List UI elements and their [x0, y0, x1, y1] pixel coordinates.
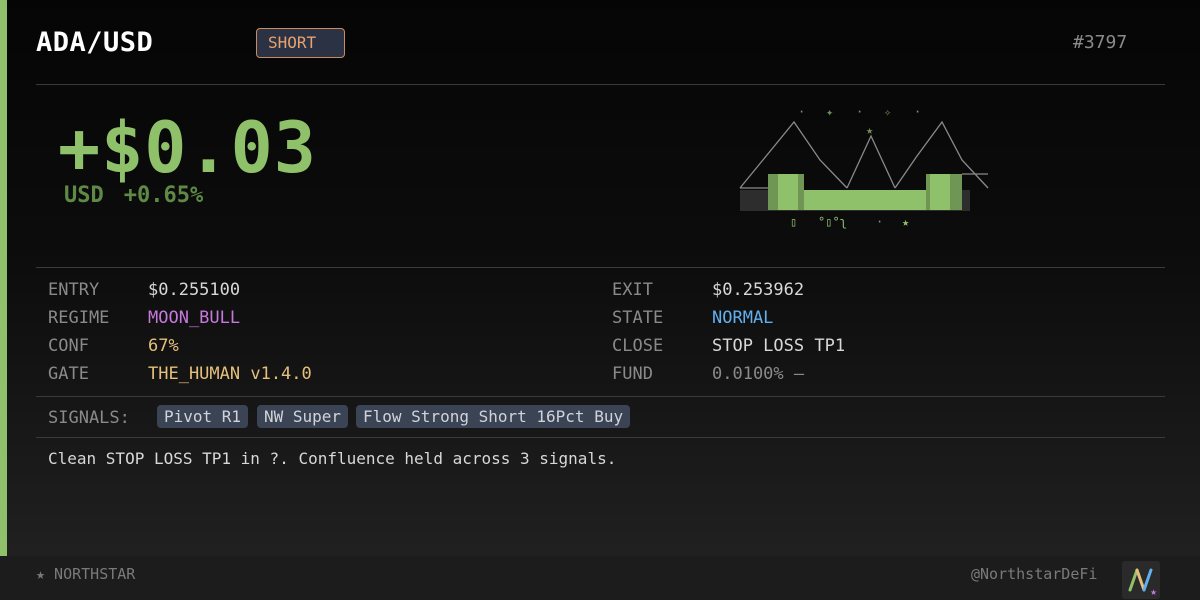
direction-badge: SHORT	[256, 28, 345, 58]
svg-text:°▯°ʅ: °▯°ʅ	[818, 215, 847, 229]
conf-value: 67%	[148, 336, 179, 356]
fund-label: FUND	[612, 364, 653, 384]
state-value: NORMAL	[712, 308, 774, 328]
regime-label: REGIME	[48, 308, 110, 328]
svg-text:·: ·	[914, 105, 921, 119]
trade-id: #3797	[1073, 32, 1128, 53]
brand-label: ★ NORTHSTAR	[36, 565, 136, 583]
svg-text:·: ·	[876, 215, 883, 229]
svg-text:✧: ✧	[884, 105, 892, 119]
svg-text:·: ·	[798, 105, 805, 119]
regime-value: MOON_BULL	[148, 308, 241, 328]
svg-text:·: ·	[856, 105, 863, 119]
signal-chip: Pivot R1	[157, 405, 249, 428]
svg-text:★: ★	[1150, 588, 1157, 597]
pnl-percent: +0.65%	[123, 183, 204, 208]
gate-value: THE_HUMAN v1.4.0	[148, 364, 312, 384]
divider	[36, 396, 1165, 397]
svg-text:★: ★	[866, 123, 873, 137]
pnl-currency: USD	[64, 183, 104, 208]
exit-label: EXIT	[612, 280, 653, 300]
divider	[36, 84, 1165, 85]
entry-value: $0.255100	[148, 280, 241, 300]
conf-label: CONF	[48, 336, 89, 356]
divider	[36, 267, 1165, 268]
gate-label: GATE	[48, 364, 89, 384]
accent-bar	[0, 0, 7, 556]
fund-value: 0.0100% —	[712, 364, 805, 384]
svg-text:✦: ✦	[826, 105, 833, 119]
signals-label: SIGNALS:	[48, 408, 130, 428]
close-label: CLOSE	[612, 336, 664, 356]
signal-chip: NW Super	[257, 405, 349, 428]
divider	[36, 437, 1165, 438]
pair-title: ADA/USD	[36, 27, 154, 58]
trade-summary: Clean STOP LOSS TP1 in ?. Confluence hel…	[48, 449, 617, 468]
state-label: STATE	[612, 308, 664, 328]
close-value: STOP LOSS TP1	[712, 336, 846, 356]
pnl-subline: USD +0.65%	[64, 183, 203, 208]
social-handle: @NorthstarDeFi	[971, 565, 1098, 583]
ascii-mountain-art: · ✦ · ✧ · ★ ▯ °▯°ʅ · ★	[739, 105, 989, 229]
entry-label: ENTRY	[48, 280, 100, 300]
signal-chip: Flow Strong Short 16Pct Buy	[356, 405, 631, 428]
northstar-logo-icon: ★	[1122, 561, 1160, 599]
svg-text:▯: ▯	[790, 215, 797, 229]
svg-text:★: ★	[902, 215, 909, 229]
exit-value: $0.253962	[712, 280, 805, 300]
pnl-amount: +$0.03	[58, 107, 317, 189]
